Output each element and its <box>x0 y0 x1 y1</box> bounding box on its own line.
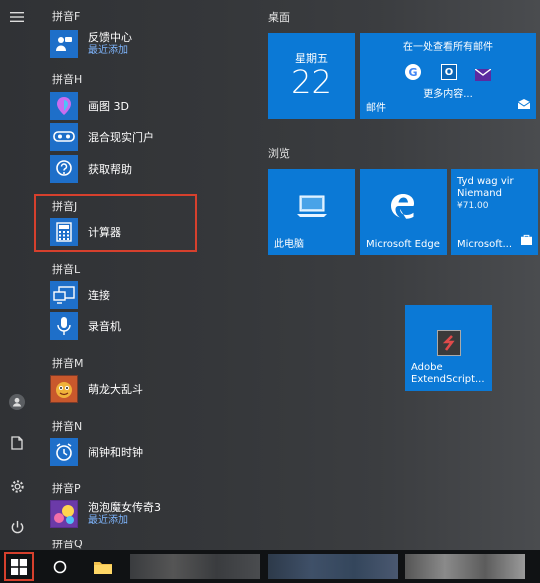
app-name: 反馈中心 <box>88 31 132 44</box>
yahoo-mail-icon <box>474 66 492 85</box>
mail-label: 邮件 <box>366 103 386 114</box>
dragon-game-icon <box>50 375 78 403</box>
power-icon[interactable] <box>0 510 34 544</box>
mail-tile[interactable]: 在一处查看所有邮件 G O 更多内容... 邮件 <box>360 33 536 119</box>
recently-added-label: 最近添加 <box>88 515 128 526</box>
app-name: 录音机 <box>88 319 121 333</box>
alarm-clock-icon <box>50 438 78 466</box>
voice-recorder-icon <box>50 312 78 340</box>
app-name: 萌龙大乱斗 <box>88 382 143 396</box>
app-name: 泡泡魔女传奇3 <box>88 501 161 514</box>
feedback-hub-icon <box>50 30 78 58</box>
app-name: 混合现实门户 <box>88 130 154 144</box>
group-header[interactable]: 拼音M <box>52 355 84 371</box>
start-menu-rail <box>0 0 34 550</box>
edge-tile[interactable]: Microsoft Edge <box>360 169 447 255</box>
group-header[interactable]: 拼音L <box>52 261 80 277</box>
app-name: 闹钟和时钟 <box>88 445 143 459</box>
store-price: ¥71.00 <box>457 201 489 211</box>
group-header[interactable]: 拼音Q <box>52 540 83 550</box>
adobe-label-line1: Adobe <box>411 362 443 373</box>
hamburger-menu-icon[interactable] <box>0 0 34 34</box>
mixed-reality-portal-icon <box>50 123 78 151</box>
google-icon: G <box>405 64 421 80</box>
group-header[interactable]: 拼音F <box>52 8 80 24</box>
computer-icon <box>296 193 328 223</box>
windows-start-icon[interactable] <box>4 552 34 581</box>
extendscript-icon <box>437 330 461 356</box>
store-title-line2: Niemand <box>457 188 502 199</box>
app-voice-recorder[interactable]: 录音机 <box>50 311 250 341</box>
app-dragon-game[interactable]: 萌龙大乱斗 <box>50 374 250 404</box>
store-label: Microsoft... <box>457 239 513 250</box>
app-bubble-witch[interactable]: 泡泡魔女传奇3 最近添加 <box>50 499 250 529</box>
edge-label: Microsoft Edge <box>366 239 440 250</box>
section-browse-label: 浏览 <box>268 147 290 160</box>
this-pc-label: 此电脑 <box>274 239 304 250</box>
calculator-highlight-box <box>34 194 197 252</box>
edge-icon <box>388 191 418 225</box>
app-connect[interactable]: 连接 <box>50 280 250 310</box>
app-name: 获取帮助 <box>88 162 132 176</box>
outlook-icon: O <box>441 64 457 80</box>
taskbar <box>0 550 540 583</box>
file-explorer-icon[interactable] <box>90 554 116 579</box>
taskbar-app-thumbnails[interactable] <box>130 554 260 579</box>
get-help-icon <box>50 155 78 183</box>
calendar-tile[interactable]: 星期五 22 <box>268 33 355 119</box>
this-pc-tile[interactable]: 此电脑 <box>268 169 355 255</box>
store-title-line1: Tyd wag vir <box>457 176 514 187</box>
documents-icon[interactable] <box>0 426 34 460</box>
store-bag-icon <box>521 230 532 249</box>
taskbar-app-thumbnails[interactable] <box>268 554 398 579</box>
settings-gear-icon[interactable] <box>0 469 34 503</box>
section-desktop-label: 桌面 <box>268 11 290 24</box>
app-get-help[interactable]: 获取帮助 <box>50 154 250 184</box>
calendar-day: 22 <box>291 63 332 101</box>
app-mixed-reality-portal[interactable]: 混合现实门户 <box>50 122 250 152</box>
recently-added-label: 最近添加 <box>88 45 128 56</box>
cortana-search-icon[interactable] <box>48 554 72 579</box>
group-header[interactable]: 拼音N <box>52 418 82 434</box>
adobe-label-line2: ExtendScript... <box>411 374 485 385</box>
paint-3d-icon <box>50 92 78 120</box>
app-list: 拼音F 反馈中心 最近添加 拼音H 画图 3D 混合现实门户 获取帮助 拼音J 计… <box>40 0 260 550</box>
app-alarms-clock[interactable]: 闹钟和时钟 <box>50 437 250 467</box>
store-tile[interactable]: Tyd wag vir Niemand ¥71.00 Microsoft... <box>451 169 538 255</box>
app-paint-3d[interactable]: 画图 3D <box>50 91 250 121</box>
connect-icon <box>50 281 78 309</box>
group-header[interactable]: 拼音H <box>52 71 82 87</box>
app-name: 连接 <box>88 288 110 302</box>
app-name: 画图 3D <box>88 99 129 113</box>
mail-more: 更多内容... <box>423 89 473 100</box>
group-header[interactable]: 拼音P <box>52 480 81 496</box>
taskbar-tray-thumbnails[interactable] <box>405 554 525 579</box>
mail-icon <box>517 94 531 113</box>
app-feedback-hub[interactable]: 反馈中心 最近添加 <box>50 29 250 59</box>
adobe-extendscript-tile[interactable]: Adobe ExtendScript... <box>405 305 492 391</box>
user-avatar-icon[interactable] <box>0 385 34 419</box>
mail-title: 在一处查看所有邮件 <box>403 42 493 53</box>
bubble-witch-game-icon <box>50 500 78 528</box>
